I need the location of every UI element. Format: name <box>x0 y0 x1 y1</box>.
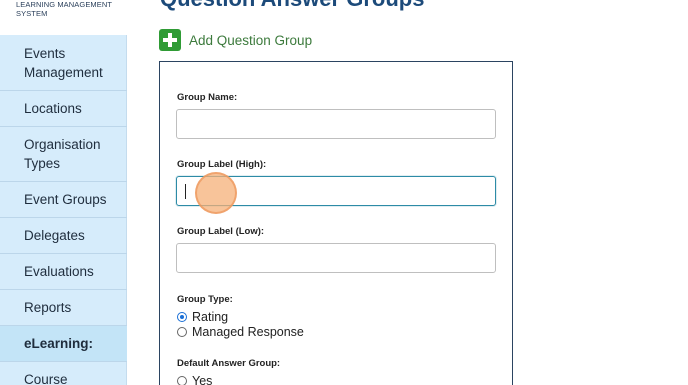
sidebar-item-label: Delegates <box>24 228 85 243</box>
group-name-label: Group Name: <box>177 92 238 103</box>
sidebar-item-label: Course <box>24 372 68 385</box>
group-label-low-input[interactable] <box>176 243 496 273</box>
question-group-form: Group Name: Group Label (High): Group La… <box>159 61 513 385</box>
sidebar-item-organisation-types[interactable]: Organisation Types <box>0 126 127 181</box>
radio-label: Rating <box>192 310 229 324</box>
sidebar-item-locations[interactable]: Locations <box>0 90 127 126</box>
default-answer-group-option-yes[interactable]: Yes <box>177 374 212 385</box>
page-title: Question Answer Groups <box>160 0 424 12</box>
sidebar-section-elearning: eLearning: <box>0 325 127 361</box>
group-label-low-label: Group Label (Low): <box>177 226 265 237</box>
add-question-group-label[interactable]: Add Question Group <box>189 33 312 48</box>
logo-line-2: SYSTEM <box>16 9 48 18</box>
group-label-high-label: Group Label (High): <box>177 159 267 170</box>
sidebar-item-label: Reports <box>24 300 72 315</box>
sidebar-item-label: Evaluations <box>24 264 94 279</box>
sidebar-item-reports[interactable]: Reports <box>0 289 127 325</box>
sidebar-item-events-management[interactable]: Events Management <box>0 35 127 90</box>
radio-unchecked-icon[interactable] <box>177 376 187 385</box>
default-answer-group-label: Default Answer Group: <box>177 358 281 369</box>
sidebar-section-label: eLearning: <box>24 336 94 351</box>
sidebar-item-evaluations[interactable]: Evaluations <box>0 253 127 289</box>
radio-label: Yes <box>192 374 213 385</box>
sidebar-item-course[interactable]: Course <box>0 361 127 385</box>
radio-unchecked-icon[interactable] <box>177 327 187 337</box>
radio-checked-icon[interactable] <box>177 312 187 322</box>
add-question-group-button[interactable]: Add Question Group <box>159 29 312 51</box>
radio-label: Managed Response <box>192 325 304 339</box>
group-type-label: Group Type: <box>177 294 233 305</box>
sidebar-item-delegates[interactable]: Delegates <box>0 217 127 253</box>
text-caret <box>185 184 186 199</box>
sidebar-item-label: Events Management <box>24 45 103 80</box>
sidebar-item-label: Locations <box>24 101 82 116</box>
logo: LEARNING MANAGEMENT SYSTEM <box>16 0 112 18</box>
sidebar-item-label: Organisation Types <box>24 137 101 171</box>
group-name-input[interactable] <box>176 109 496 139</box>
sidebar-item-event-groups[interactable]: Event Groups <box>0 181 127 217</box>
sidebar: Events Management Locations Organisation… <box>0 35 127 385</box>
plus-icon[interactable] <box>159 29 181 51</box>
sidebar-item-label: Event Groups <box>24 192 107 207</box>
click-indicator <box>195 172 237 214</box>
logo-line-1: LEARNING MANAGEMENT <box>16 0 113 9</box>
group-type-option-managed-response[interactable]: Managed Response <box>177 325 304 339</box>
group-type-option-rating[interactable]: Rating <box>177 310 228 324</box>
